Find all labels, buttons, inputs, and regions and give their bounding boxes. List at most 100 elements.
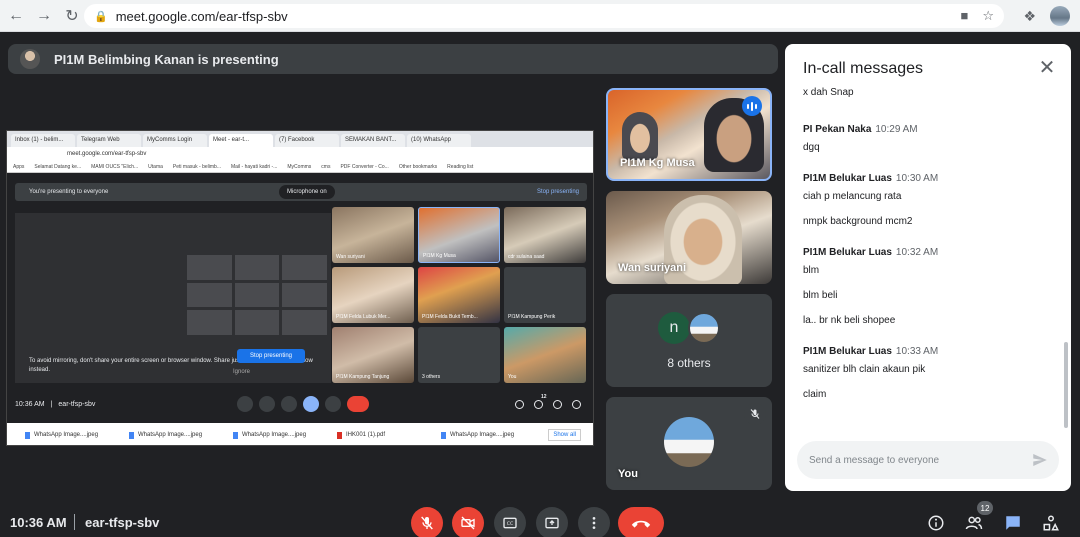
shared-present-icon: [303, 396, 319, 412]
bookmark: Utama: [148, 163, 163, 170]
shared-people-icon: 12: [534, 394, 547, 409]
shared-tab: (7) Facebook: [275, 134, 339, 147]
shared-tile-name: You: [508, 374, 517, 380]
download-item: WhatsApp Image....jpeg: [129, 432, 211, 439]
self-tile[interactable]: You: [606, 397, 772, 490]
muted-mic-icon: [744, 403, 766, 425]
bookmark: Reading list: [447, 163, 474, 170]
shared-mic-icon: [237, 396, 253, 412]
shared-tile-name: PI1M Felda Lubuk Mer...: [336, 314, 391, 320]
close-icon[interactable]: ✕: [1037, 58, 1057, 78]
message-time: 10:32 AM: [895, 247, 939, 258]
mic-toggle-button[interactable]: [411, 507, 443, 537]
download-item: WhatsApp Image....jpeg: [25, 432, 107, 439]
message-group: PI1M Belukar Luas 10:30 AM ciah p melancu…: [803, 173, 1065, 227]
people-icon: [965, 516, 983, 530]
chat-input[interactable]: [809, 454, 1019, 466]
profile-avatar[interactable]: [1050, 6, 1070, 26]
shared-camera-icon: [259, 396, 275, 412]
chat-message: x dah Snap: [803, 87, 854, 98]
browser-chrome: ← → ↻ 🔒 meet.google.com/ear-tfsp-sbv ■ ☆…: [0, 0, 1080, 32]
shared-tile-name: PI1M Kg Musa: [423, 253, 456, 259]
shared-mic-pill: Microphone on: [279, 185, 335, 199]
chat-messages[interactable]: x dah Snap PI Pekan Naka 10:29 AM dgq PI1…: [785, 84, 1065, 434]
send-icon[interactable]: [1031, 451, 1049, 469]
shared-stop-button: Stop presenting: [237, 349, 305, 363]
chat-message: blm: [803, 265, 820, 276]
self-avatar: [664, 417, 714, 467]
participant-video: [622, 112, 658, 160]
activities-icon: [1043, 515, 1059, 531]
message-sender: PI Pekan Naka: [803, 124, 872, 135]
shared-tile-name: 3 others: [422, 374, 441, 380]
meeting-details-button[interactable]: [925, 512, 947, 534]
people-button[interactable]: [963, 512, 985, 534]
message-group: PI1M Belukar Luas 10:33 AM sanitizer blh …: [803, 346, 1065, 400]
shared-more-icon: [325, 396, 341, 412]
shared-tile: 3 others: [418, 327, 500, 383]
bottom-bar: 10:36 AM ear-tfsp-sbv CC: [0, 505, 1080, 537]
url-text: meet.google.com/ear-tfsp-sbv: [115, 8, 288, 24]
shared-tab: Telegram Web: [77, 134, 141, 147]
bookmark: cms: [321, 163, 331, 170]
people-count-badge: 12: [977, 501, 993, 515]
participant-tile[interactable]: Wan suriyani: [606, 191, 772, 284]
others-tile[interactable]: n 8 others: [606, 294, 772, 387]
more-options-button[interactable]: [578, 507, 610, 537]
bookmark: Other bookmarks: [398, 163, 438, 170]
shared-inner-grid: [187, 255, 327, 335]
shared-footer-code: ear-tfsp-sbv: [58, 400, 96, 408]
shared-people-count: 12: [541, 393, 547, 400]
participant-tile[interactable]: PI1M Kg Musa: [606, 88, 772, 181]
camera-toggle-button[interactable]: [452, 507, 484, 537]
chat-composer: [797, 441, 1059, 479]
chat-scrollbar[interactable]: [1064, 342, 1068, 428]
mic-off-icon: [421, 516, 433, 530]
shared-bookmarks: Apps Selamat Datang ke... MAMI OUCS "Eli…: [7, 161, 593, 173]
message-time: 10:29 AM: [875, 124, 918, 135]
shared-tab: (10) WhatsApp: [407, 134, 471, 147]
downloads-bar: WhatsApp Image....jpeg WhatsApp Image...…: [7, 423, 593, 445]
message-group: PI1M Belukar Luas 10:32 AM blm blm beli l…: [803, 247, 1065, 326]
shared-tab: Meet - ear-t...: [209, 134, 273, 147]
lock-icon: 🔒: [94, 10, 108, 23]
end-call-button[interactable]: [618, 507, 664, 537]
shared-tile-name: PI1M Felda Bukit Temb...: [422, 314, 478, 320]
bookmark: Selamat Datang ke...: [34, 163, 82, 170]
message-sender: PI1M Belukar Luas: [803, 247, 892, 258]
end-call-icon: [631, 520, 651, 528]
present-button[interactable]: [536, 507, 568, 537]
shared-tile-name: PI1M Kampung Tanjung: [336, 374, 390, 380]
shared-tab-strip: Inbox (1) - belim... Telegram Web MyComm…: [7, 131, 593, 147]
chat-message: dgq: [803, 142, 820, 153]
message-time: 10:30 AM: [895, 173, 939, 184]
shared-footer: 10:36 AM | ear-tfsp-sbv 12: [15, 393, 587, 415]
reload-icon[interactable]: ↻: [60, 4, 84, 28]
meeting-code: ear-tfsp-sbv: [85, 515, 160, 530]
participant-avatar: [688, 312, 720, 344]
chat-button[interactable]: [1002, 512, 1024, 534]
camera-indicator-icon[interactable]: ■: [960, 8, 968, 24]
download-item: WhatsApp Image....jpeg: [233, 432, 315, 439]
bookmark: MyComms: [287, 163, 312, 170]
chat-message: ciah p melancung rata: [803, 191, 902, 202]
present-screen-icon: [545, 517, 559, 529]
back-icon[interactable]: ←: [4, 4, 28, 28]
downloads-show-all: Show all: [548, 429, 581, 441]
forward-icon[interactable]: →: [32, 4, 56, 28]
shared-tile: PI1M Felda Bukit Temb...: [418, 267, 500, 323]
chat-message: claim: [803, 389, 827, 400]
shared-tile: PI1M Kampung Tanjung: [332, 327, 414, 383]
captions-button[interactable]: CC: [494, 507, 526, 537]
address-bar[interactable]: 🔒 meet.google.com/ear-tfsp-sbv ■ ☆: [84, 4, 1004, 28]
shared-stop-link: Stop presenting: [536, 189, 579, 195]
activities-button[interactable]: [1040, 512, 1062, 534]
shared-tile: PI1M Kg Musa: [418, 207, 500, 263]
bookmark-star-icon[interactable]: ☆: [982, 8, 994, 24]
chat-message: la.. br nk beli shopee: [803, 315, 896, 326]
shared-activities-icon: [572, 399, 581, 409]
info-icon: [928, 515, 944, 531]
presenting-banner: PI1M Belimbing Kanan is presenting: [8, 44, 778, 74]
chat-message: sanitizer blh clain akaun pik: [803, 364, 926, 375]
extensions-icon[interactable]: ❖: [1023, 8, 1036, 25]
